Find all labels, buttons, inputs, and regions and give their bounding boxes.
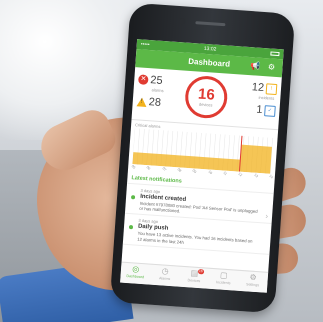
tab-alarms[interactable]: ◷ Alarms	[149, 265, 180, 287]
alarm-x-icon: ✕	[137, 74, 149, 86]
x-tick-label: 07	[161, 166, 167, 172]
warnings-count: 28	[148, 96, 162, 109]
user-settings-icon[interactable]: ⚙	[266, 62, 277, 73]
phone-screen: ••••• 13:02 Dashboard 📢 ⚙ ✕ 25 alarms ! …	[120, 39, 284, 293]
devices-label: devices	[198, 101, 213, 108]
tab-devices[interactable]: ▤ 16 Devices	[179, 267, 210, 289]
acknowledged-icon: ✓	[264, 104, 276, 117]
front-camera	[179, 18, 186, 25]
tab-incidents[interactable]: ▢ Incidents	[208, 269, 239, 291]
tab-bar: ◎ Dashboard ◷ Alarms ▤ 16 Devices ▢ Inci…	[120, 261, 269, 293]
x-tick-label: 06	[145, 165, 152, 171]
stats-panel: ✕ 25 alarms ! 28 16 devices 12 ! inciden…	[131, 67, 282, 131]
x-tick-label: 14	[268, 173, 274, 180]
warnings-stat[interactable]: ! 28	[136, 95, 161, 109]
smartphone: ••••• 13:02 Dashboard 📢 ⚙ ✕ 25 alarms ! …	[109, 2, 296, 314]
tab-label: Devices	[187, 278, 201, 284]
chevron-right-icon: ›	[265, 211, 269, 221]
alarms-stat[interactable]: ✕ 25 alarms	[137, 73, 164, 93]
acknowledged-stat[interactable]: 1 ✓	[256, 104, 276, 117]
incidents-label: incidents	[258, 94, 275, 101]
tab-label: Incidents	[215, 280, 231, 286]
devices-badge: 16	[197, 268, 204, 275]
megaphone-icon[interactable]: 📢	[250, 61, 261, 72]
alarms-count: 25	[149, 74, 163, 88]
x-tick-label: 10	[207, 169, 213, 176]
x-tick-label: 05	[130, 164, 137, 170]
status-dot	[128, 225, 134, 230]
devices-gauge[interactable]: 16 devices	[183, 74, 229, 120]
x-tick-label: 08	[176, 167, 183, 173]
incident-icon: !	[265, 82, 278, 95]
alarms-label: alarms	[151, 87, 164, 94]
x-tick-label: 09	[191, 168, 198, 175]
tab-label: Alarms	[158, 276, 171, 282]
earpiece-speaker	[195, 21, 226, 27]
photo-scene: ••••• 13:02 Dashboard 📢 ⚙ ✕ 25 alarms ! …	[0, 0, 323, 322]
tab-dashboard[interactable]: ◎ Dashboard	[120, 263, 151, 285]
incidents-count: 12	[251, 81, 265, 95]
x-tick-label: 13	[252, 172, 259, 179]
acknowledged-count: 1	[255, 103, 263, 117]
battery-icon	[270, 51, 280, 57]
devices-count: 16	[197, 85, 216, 104]
tab-label: Settings	[245, 282, 260, 288]
x-tick-label: 12	[237, 171, 244, 178]
tab-label: Dashboard	[126, 273, 145, 280]
tab-settings[interactable]: ⚙ Settings	[237, 271, 268, 293]
status-dot	[130, 195, 136, 200]
x-tick-label: 11	[222, 170, 228, 177]
incidents-stat[interactable]: 12 ! incidents	[251, 81, 278, 101]
warning-icon: !	[136, 96, 148, 107]
